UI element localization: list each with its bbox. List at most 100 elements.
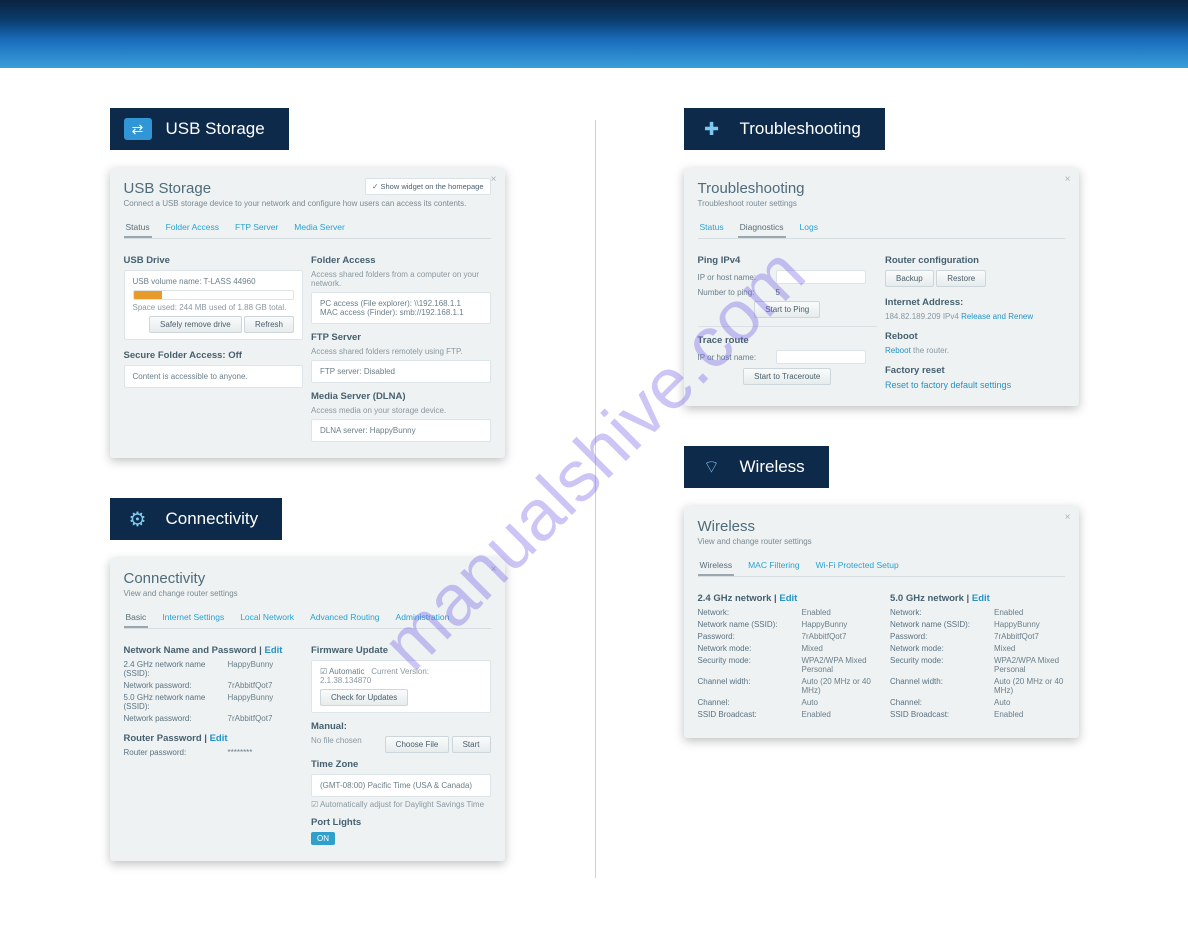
kv-label: Router password: bbox=[124, 748, 216, 757]
kv-value: WPA2/WPA Mixed Personal bbox=[994, 656, 1065, 674]
kv-value: Auto (20 MHz or 40 MHz) bbox=[802, 677, 873, 695]
kv-value: 7rAbbitfQot7 bbox=[228, 714, 273, 723]
portlights-toggle[interactable]: ON bbox=[311, 832, 335, 845]
edit-link[interactable]: Edit bbox=[779, 593, 797, 604]
tab-routing[interactable]: Advanced Routing bbox=[308, 608, 381, 628]
tab-mac[interactable]: MAC Filtering bbox=[746, 556, 801, 576]
kv-label: Network name (SSID): bbox=[890, 620, 982, 629]
start-trace-button[interactable]: Start to Traceroute bbox=[743, 368, 831, 385]
start-ping-button[interactable]: Start to Ping bbox=[754, 301, 820, 318]
backup-button[interactable]: Backup bbox=[885, 270, 934, 287]
gears-icon: ⚙ bbox=[124, 508, 152, 530]
tz-select[interactable]: (GMT-08:00) Pacific Time (USA & Canada) bbox=[311, 774, 491, 797]
wless-badge-label: Wireless bbox=[740, 457, 805, 477]
fw-label: Firmware Update bbox=[311, 645, 491, 656]
usb-drive-box: USB volume name: T-LASS 44960 Space used… bbox=[124, 270, 304, 340]
close-icon[interactable]: × bbox=[1065, 174, 1071, 185]
kv-label: Network password: bbox=[124, 714, 216, 723]
kv-value: Enabled bbox=[994, 608, 1023, 617]
tab-wps[interactable]: Wi-Fi Protected Setup bbox=[814, 556, 901, 576]
usb-panel: × ✓ Show widget on the homepage USB Stor… bbox=[110, 168, 505, 458]
refresh-button[interactable]: Refresh bbox=[244, 316, 294, 333]
trouble-sub: Troubleshoot router settings bbox=[698, 199, 1065, 208]
release-renew-link[interactable]: Release and Renew bbox=[961, 312, 1033, 321]
secure-folder-box: Content is accessible to anyone. bbox=[124, 365, 304, 388]
wless-panel: × Wireless View and change router settin… bbox=[684, 506, 1079, 738]
manual-label: Manual: bbox=[311, 721, 491, 732]
edit-link[interactable]: Edit bbox=[972, 593, 990, 604]
kv-value: Auto (20 MHz or 40 MHz) bbox=[994, 677, 1065, 695]
kv-value: HappyBunny bbox=[228, 660, 274, 678]
homepage-widget-checkbox[interactable]: ✓ Show widget on the homepage bbox=[365, 178, 490, 195]
kv-value: 7rAbbitfQot7 bbox=[228, 681, 273, 690]
right-column: ✚ Troubleshooting × Troubleshooting Trou… bbox=[624, 108, 1138, 901]
secure-folder-label: Secure Folder Access: Off bbox=[124, 350, 304, 361]
conn-block: ⚙ Connectivity × Connectivity View and c… bbox=[110, 498, 505, 861]
wless-title: Wireless bbox=[698, 518, 1065, 535]
ping-host-input[interactable] bbox=[776, 270, 866, 284]
kv-value: 7rAbbitfQot7 bbox=[994, 632, 1039, 641]
ftp-box: FTP server: Disabled bbox=[311, 360, 491, 383]
check-updates-button[interactable]: Check for Updates bbox=[320, 689, 408, 706]
reboot-link[interactable]: Reboot bbox=[885, 346, 911, 355]
kv-label: Network: bbox=[890, 608, 982, 617]
tab-basic[interactable]: Basic bbox=[124, 608, 149, 628]
tab-status[interactable]: Status bbox=[698, 218, 726, 238]
safe-remove-button[interactable]: Safely remove drive bbox=[149, 316, 242, 333]
edit-link[interactable]: Edit bbox=[210, 733, 228, 744]
kv-value: Auto bbox=[802, 698, 818, 707]
tab-wireless[interactable]: Wireless bbox=[698, 556, 735, 576]
choose-file-button[interactable]: Choose File bbox=[385, 736, 450, 753]
tz-auto: Automatically adjust for Daylight Saving… bbox=[320, 800, 484, 809]
factory-reset-link[interactable]: Reset to factory default settings bbox=[885, 380, 1011, 390]
kv-value: Enabled bbox=[802, 710, 831, 719]
trace-host-label: IP or host name: bbox=[698, 353, 768, 362]
content-area: ⇄ USB Storage × ✓ Show widget on the hom… bbox=[0, 68, 1188, 941]
kv-label: Password: bbox=[698, 632, 790, 641]
wifi-icon: ⌔ bbox=[698, 456, 726, 478]
close-icon[interactable]: × bbox=[491, 174, 497, 185]
medkit-icon: ✚ bbox=[698, 118, 726, 140]
tab-ftp[interactable]: FTP Server bbox=[233, 218, 280, 238]
usb-badge: ⇄ USB Storage bbox=[110, 108, 289, 150]
trouble-panel: × Troubleshooting Troubleshoot router se… bbox=[684, 168, 1079, 406]
usb-tabs: Status Folder Access FTP Server Media Se… bbox=[124, 218, 491, 239]
wless-block: ⌔ Wireless × Wireless View and change ro… bbox=[684, 446, 1079, 738]
top-banner bbox=[0, 0, 1188, 68]
tab-status[interactable]: Status bbox=[124, 218, 152, 238]
wless-badge: ⌔ Wireless bbox=[684, 446, 829, 488]
ping-host-label: IP or host name: bbox=[698, 273, 768, 282]
start-button[interactable]: Start bbox=[452, 736, 491, 753]
restore-button[interactable]: Restore bbox=[936, 270, 986, 287]
tab-logs[interactable]: Logs bbox=[798, 218, 820, 238]
tab-internet[interactable]: Internet Settings bbox=[160, 608, 226, 628]
manual-note: No file chosen bbox=[311, 736, 362, 745]
fw-box: ☑ Automatic Current Version: 2.1.38.1348… bbox=[311, 660, 491, 713]
netname-pwd-label: Network Name and Password | Edit bbox=[124, 645, 304, 656]
edit-link[interactable]: Edit bbox=[264, 645, 282, 656]
kv-value: 7rAbbitfQot7 bbox=[802, 632, 847, 641]
kv-label: 5.0 GHz network name (SSID): bbox=[124, 693, 216, 711]
trace-host-input[interactable] bbox=[776, 350, 866, 364]
close-icon[interactable]: × bbox=[1065, 512, 1071, 523]
usb-drive-label: USB Drive bbox=[124, 255, 304, 266]
portlights-label: Port Lights bbox=[311, 817, 491, 828]
conn-sub: View and change router settings bbox=[124, 589, 491, 598]
close-icon[interactable]: × bbox=[491, 564, 497, 575]
net24-label: 2.4 GHz network | Edit bbox=[698, 593, 873, 604]
kv-label: Channel: bbox=[698, 698, 790, 707]
ftp-sub: Access shared folders remotely using FTP… bbox=[311, 347, 491, 356]
conn-title: Connectivity bbox=[124, 570, 491, 587]
tz-label: Time Zone bbox=[311, 759, 491, 770]
kv-label: Network password: bbox=[124, 681, 216, 690]
tab-admin[interactable]: Administration bbox=[394, 608, 452, 628]
folder-access-label: Folder Access bbox=[311, 255, 491, 266]
tab-local[interactable]: Local Network bbox=[238, 608, 296, 628]
kv-value: Mixed bbox=[994, 644, 1015, 653]
wless-sub: View and change router settings bbox=[698, 537, 1065, 546]
kv-label: Network: bbox=[698, 608, 790, 617]
tab-folder-access[interactable]: Folder Access bbox=[164, 218, 221, 238]
tab-diagnostics[interactable]: Diagnostics bbox=[738, 218, 786, 238]
tab-media[interactable]: Media Server bbox=[292, 218, 347, 238]
reboot-note: the router. bbox=[913, 346, 949, 355]
